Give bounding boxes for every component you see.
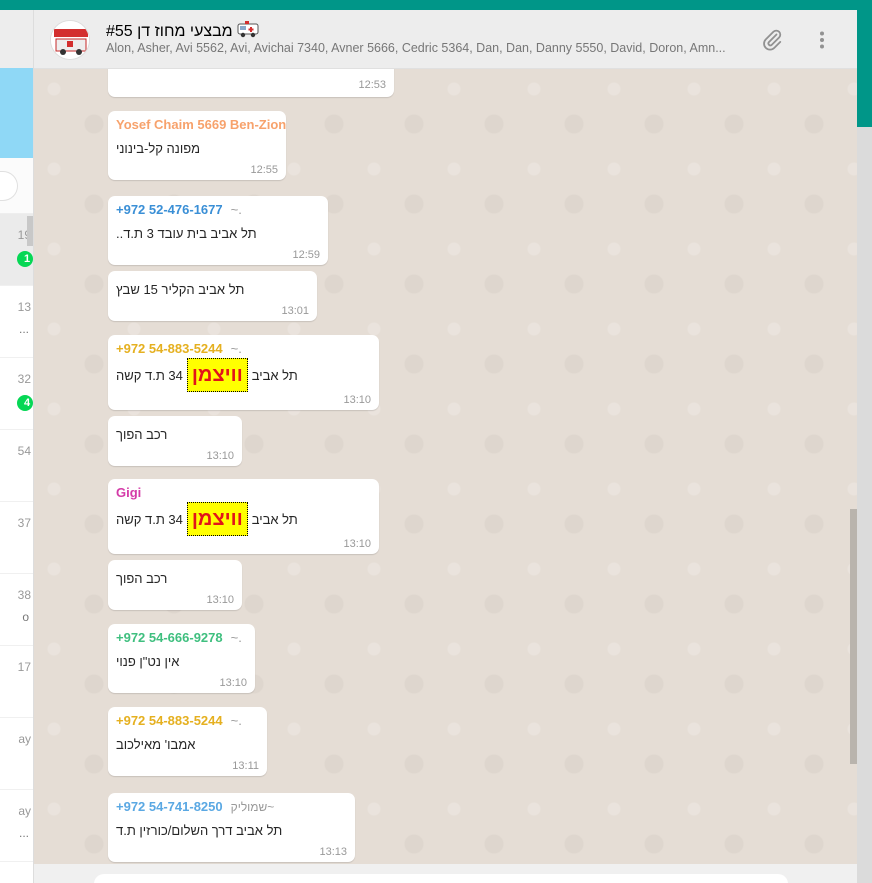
chat-snippet: ...: [18, 826, 29, 840]
sidebar-header: [0, 10, 33, 68]
sticker-label: וויצמן: [186, 358, 248, 392]
participants-list: Alon, Asher, Avi 5562, Avi, Avichai 7340…: [106, 41, 726, 55]
chat-time: 32: [17, 372, 31, 386]
message-time: 13:10: [219, 677, 247, 689]
chat-time: 37: [17, 516, 31, 530]
message-text: תל אביב וויצמן 34 ת.ד קשה: [116, 358, 371, 392]
message-text: אין נט"ן פנוי: [116, 654, 180, 669]
message-text: מפונה קל-בינוני: [116, 141, 201, 156]
message-bubble[interactable]: +972 54-666-9278 ~. אין נט"ן פנוי 13:10: [108, 624, 255, 693]
message-time: 13:10: [343, 538, 371, 550]
chat-header[interactable]: מבצעי מחוז דן #55 Alon, Asher, Avi 5562,…: [34, 10, 857, 69]
paperclip-icon[interactable]: [760, 28, 784, 52]
unread-badge: 4: [17, 395, 33, 411]
sender-alias: ~שמוליק: [230, 799, 275, 814]
sender-alias: ~.: [230, 630, 242, 645]
chat-list-item[interactable]: ay: [0, 718, 33, 790]
chat-list-item[interactable]: 37: [0, 502, 33, 574]
message-text-part: 34 ת.ד קשה: [116, 511, 183, 527]
message-time: 12:59: [292, 249, 320, 261]
sender-alias: ~.: [230, 341, 242, 356]
message-bubble[interactable]: Gigi תל אביב וויצמן 34 ת.ד קשה 13:10: [108, 479, 379, 554]
message-input[interactable]: [94, 874, 788, 883]
message-text-part: תל אביב: [251, 511, 298, 527]
sticker-label: וויצמן: [186, 502, 248, 536]
chat-list-item[interactable]: 54: [0, 430, 33, 502]
message-bubble[interactable]: תל אביב הקליר 15 שבץ 13:01: [108, 271, 317, 321]
sender-phone[interactable]: +972 54-883-5244: [116, 713, 223, 728]
message-bubble[interactable]: +972 54-741-8250 ~שמוליק תל אביב דרך השלו…: [108, 793, 355, 862]
message-sender: +972 52-476-1677 ~.: [116, 202, 320, 217]
message-text: רכב הפוך: [116, 571, 168, 586]
chat-list-sidebar: 19 1 13 ... 32 4 54 37 38 o 17 ay ay ...: [0, 10, 34, 883]
chat-time: ay: [18, 732, 31, 746]
chat-list-item[interactable]: 38 o: [0, 574, 33, 646]
chat-title-text: מבצעי מחוז דן #55: [106, 22, 233, 40]
message-text-part: תל אביב: [251, 367, 298, 383]
message-text: תל אביב הקליר 15 שבץ: [116, 282, 245, 297]
unread-badge: 1: [17, 251, 33, 267]
message-scrollbar[interactable]: [850, 509, 857, 764]
chat-list-item[interactable]: 13 ...: [0, 286, 33, 358]
chat-time: 17: [17, 660, 31, 674]
message-sender: Gigi: [116, 485, 371, 500]
message-text: תל אביב דרך השלום/כורזין ת.ד: [116, 823, 283, 838]
message-sender: +972 54-883-5244 ~.: [116, 341, 371, 356]
sender-phone[interactable]: +972 54-666-9278: [116, 630, 223, 645]
message-bubble[interactable]: +972 52-476-1677 ~. תל אביב בית עובד 3 ת.…: [108, 196, 328, 265]
sender-name[interactable]: Yosef Chaim 5669 Ben-Zion: [116, 117, 286, 132]
sidebar-scrollbar[interactable]: [27, 216, 33, 246]
message-sender: +972 54-883-5244 ~.: [116, 713, 259, 728]
message-time: 13:10: [343, 394, 371, 406]
message-time: 13:10: [206, 594, 234, 606]
more-vertical-icon[interactable]: [810, 28, 834, 52]
message-bubble[interactable]: +972 54-883-5244 ~. תל אביב וויצמן 34 ת.ד…: [108, 335, 379, 410]
chat-time: 13: [17, 300, 31, 314]
ambulance-icon: [237, 20, 259, 43]
sender-alias: ~.: [230, 202, 242, 217]
message-list[interactable]: 12:53 Yosef Chaim 5669 Ben-Zion מפונה קל…: [34, 69, 857, 864]
sender-phone[interactable]: +972 52-476-1677: [116, 202, 223, 217]
chat-list-item[interactable]: 17: [0, 646, 33, 718]
notification-banner[interactable]: [0, 68, 33, 158]
search-bar: [0, 158, 33, 214]
chat-time: 54: [17, 444, 31, 458]
message-time: 13:10: [206, 450, 234, 462]
message-text: אמבו' מאילכוב: [116, 737, 196, 752]
message-time: 13:11: [232, 760, 259, 772]
chat-snippet: o: [22, 610, 29, 624]
chat-snippet: ...: [18, 322, 29, 336]
message-bubble[interactable]: +972 54-883-5244 ~. אמבו' מאילכוב 13:11: [108, 707, 267, 776]
message-bubble[interactable]: Yosef Chaim 5669 Ben-Zion מפונה קל-בינונ…: [108, 111, 286, 180]
message-sender: Yosef Chaim 5669 Ben-Zion: [116, 117, 286, 132]
message-text-part: 34 ת.ד קשה: [116, 367, 183, 383]
message-text: תל אביב וויצמן 34 ת.ד קשה: [116, 502, 371, 536]
message-text: תל אביב בית עובד 3 ת.ד..: [116, 226, 257, 241]
chat-panel: מבצעי מחוז דן #55 Alon, Asher, Avi 5562,…: [34, 10, 857, 883]
chat-list-item[interactable]: ay ...: [0, 790, 33, 862]
message-bubble[interactable]: 12:53: [108, 69, 394, 97]
sender-name[interactable]: Gigi: [116, 485, 141, 500]
chat-time: 38: [17, 588, 31, 602]
chat-title: מבצעי מחוז דן #55: [106, 20, 259, 43]
message-sender: +972 54-741-8250 ~שמוליק: [116, 799, 347, 814]
message-text: רכב הפוך: [116, 427, 168, 442]
message-bubble[interactable]: רכב הפוך 13:10: [108, 560, 242, 610]
compose-bar: [34, 864, 857, 883]
message-sender: +972 54-666-9278 ~.: [116, 630, 247, 645]
message-time: 13:01: [281, 305, 309, 317]
sender-phone[interactable]: +972 54-883-5244: [116, 341, 223, 356]
chat-list-item[interactable]: 32 4: [0, 358, 33, 430]
message-time: 12:55: [250, 164, 278, 176]
message-time: 12:53: [358, 79, 386, 91]
message-bubble[interactable]: רכב הפוך 13:10: [108, 416, 242, 466]
sender-alias: ~.: [230, 713, 242, 728]
sender-phone[interactable]: +972 54-741-8250: [116, 799, 223, 814]
chat-time: ay: [18, 804, 31, 818]
group-avatar[interactable]: [50, 20, 90, 60]
search-input[interactable]: [0, 171, 18, 201]
message-time: 13:13: [319, 846, 347, 858]
